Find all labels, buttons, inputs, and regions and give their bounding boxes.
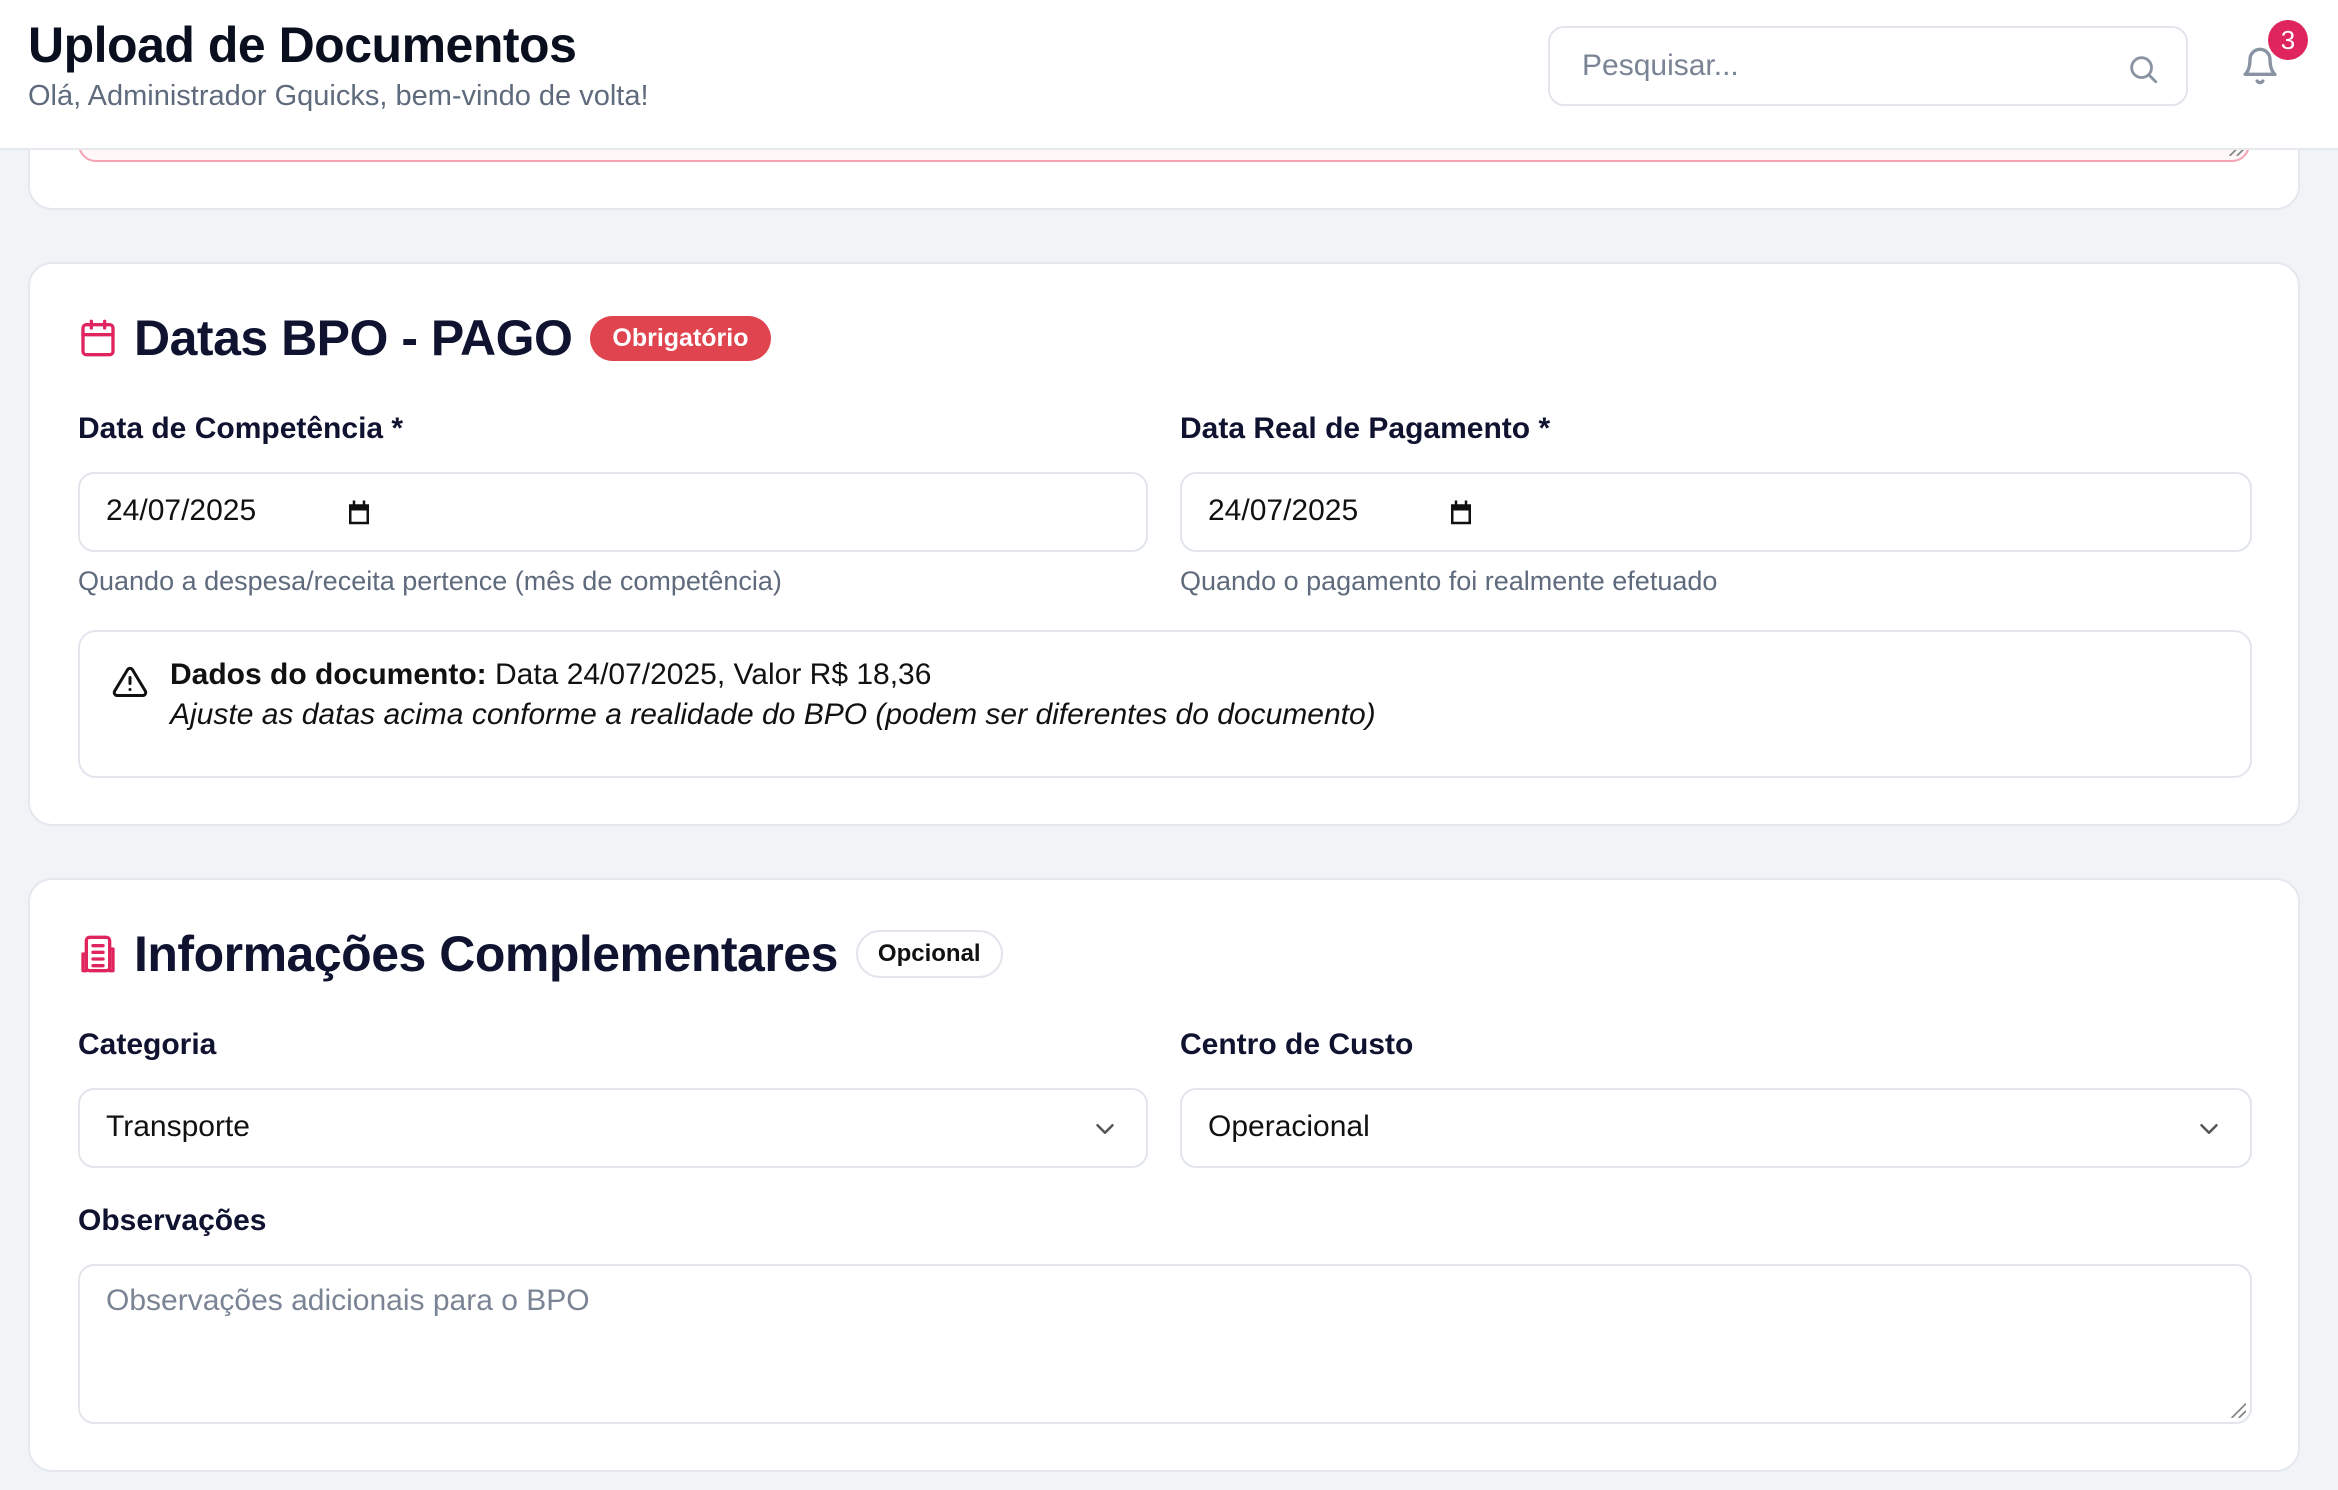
categoria-label: Categoria [78,1028,217,1061]
centro-custo-select[interactable]: Operacional [1180,1088,2252,1168]
optional-badge: Opcional [855,930,1003,978]
building-icon [81,935,115,973]
centro-custo-selected-value: Operacional [1208,1110,1370,1143]
pagamento-date-input[interactable]: 24/07/2025 [1180,472,2252,552]
chevron-down-icon[interactable] [1090,1114,1120,1144]
required-badge: Obrigatório [590,315,771,361]
calendar-picker-icon[interactable] [1446,498,1476,528]
calendar-icon [81,319,115,357]
info-section-header: Informações Complementares Opcional [78,924,1003,984]
calendar-picker-icon[interactable] [344,498,374,528]
notice-italic-line: Ajuste as datas acima conforme a realida… [170,698,1376,731]
notice-data-text: Data 24/07/2025, Valor R$ 18,36 [486,658,932,691]
competencia-hint: Quando a despesa/receita pertence (mês d… [78,566,782,596]
notification-badge[interactable]: 3 [2268,20,2308,60]
search-box[interactable] [1548,26,2188,106]
observacoes-label: Observações [78,1204,267,1237]
categoria-select[interactable]: Transporte [78,1088,1148,1168]
centro-custo-label: Centro de Custo [1180,1028,1414,1061]
competencia-label: Data de Competência * [78,412,404,445]
notice-bold-label: Dados do documento: [170,658,487,691]
page-title: Upload de Documentos [28,17,577,73]
dates-bpo-card: Datas BPO - PAGO Obrigatório Data de Com… [28,262,2300,826]
info-section-title: Informações Complementares [134,926,838,982]
warning-icon [112,666,148,697]
pagamento-hint: Quando o pagamento foi realmente efetuad… [1180,566,1718,596]
dates-section-header: Datas BPO - PAGO Obrigatório [78,308,771,368]
competencia-date-input[interactable]: 24/07/2025 [78,472,1148,552]
observacoes-textarea[interactable]: Observações adicionais para o BPO [78,1264,2252,1424]
observacoes-placeholder: Observações adicionais para o BPO [106,1284,590,1317]
chevron-down-icon[interactable] [2194,1114,2224,1144]
search-input[interactable] [1550,28,2186,104]
top-header: Upload de Documentos Olá, Administrador … [0,0,2338,150]
welcome-subtitle: Olá, Administrador Gquicks, bem-vindo de… [28,80,649,112]
pagamento-label: Data Real de Pagamento * [1180,412,1551,445]
search-icon[interactable] [2126,52,2160,86]
resize-handle-icon[interactable] [2228,1400,2246,1418]
pagamento-date-value: 24/07/2025 [1208,494,1359,527]
document-data-notice: Dados do documento: Data 24/07/2025, Val… [78,630,2252,778]
categoria-selected-value: Transporte [106,1110,250,1143]
notice-main-line: Dados do documento: Data 24/07/2025, Val… [170,658,931,692]
complementary-info-card: Informações Complementares Opcional Cate… [28,878,2300,1472]
dates-section-title: Datas BPO - PAGO [134,310,573,366]
competencia-date-value: 24/07/2025 [106,494,257,527]
